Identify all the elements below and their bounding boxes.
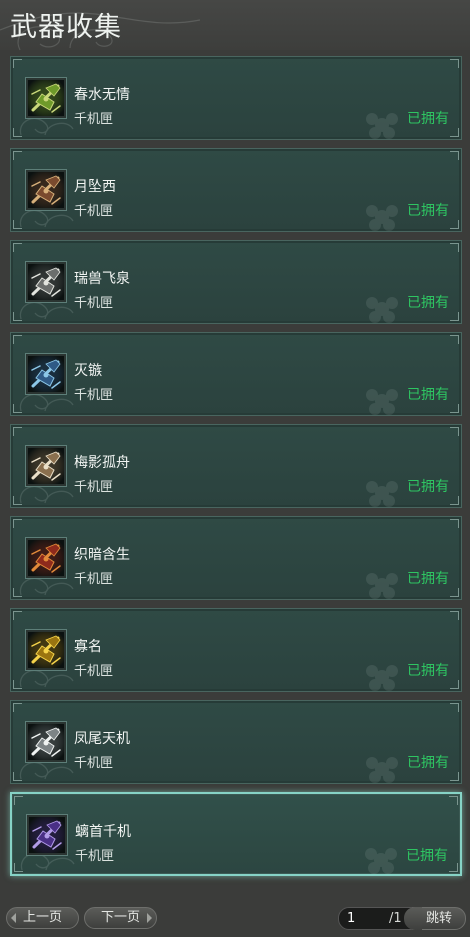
corner-ornament [450, 243, 459, 252]
corner-ornament [13, 151, 22, 160]
weapon-name: 春水无情 [74, 87, 130, 103]
weapon-card[interactable]: 春水无情 千机匣 已拥有 [10, 56, 462, 140]
weapon-card[interactable]: 织暗含生 千机匣 已拥有 [10, 516, 462, 600]
weapon-name: 寡名 [74, 639, 102, 655]
red-crossbow-icon [25, 537, 67, 579]
weapon-category: 千机匣 [74, 112, 114, 127]
violet-crossbow-icon [26, 814, 68, 856]
corner-ornament [13, 427, 22, 436]
pagination-bar: 上一页 下一页 /1 跳转 [0, 900, 470, 937]
weapon-name: 螭首千机 [75, 824, 131, 840]
corner-ornament [450, 772, 459, 781]
corner-ornament [449, 863, 458, 872]
owned-status: 已拥有 [407, 203, 449, 219]
corner-ornament [450, 588, 459, 597]
jump-button[interactable]: 跳转 [404, 907, 466, 930]
owned-status: 已拥有 [407, 755, 449, 771]
owned-status: 已拥有 [406, 848, 448, 864]
owned-status: 已拥有 [407, 111, 449, 127]
next-page-button[interactable]: 下一页 [84, 907, 157, 929]
next-page-label: 下一页 [100, 910, 140, 925]
corner-ornament [450, 151, 459, 160]
page-title: 武器收集 [10, 12, 122, 43]
page-number-input[interactable] [347, 910, 381, 927]
corner-ornament [450, 128, 459, 137]
weapon-category: 千机匣 [74, 388, 114, 403]
weapon-card[interactable]: 凤尾天机 千机匣 已拥有 [10, 700, 462, 784]
owned-status: 已拥有 [407, 295, 449, 311]
weapon-name: 瑞兽飞泉 [74, 271, 130, 287]
corner-ornament [450, 496, 459, 505]
weapon-card[interactable]: 梅影孤舟 千机匣 已拥有 [10, 424, 462, 508]
weapon-card[interactable]: 螭首千机 千机匣 已拥有 [10, 792, 462, 876]
golden-crossbow-icon [25, 629, 67, 671]
corner-ornament [449, 796, 458, 805]
owned-status: 已拥有 [407, 571, 449, 587]
prev-page-label: 上一页 [22, 910, 62, 925]
weapon-card[interactable]: 寡名 千机匣 已拥有 [10, 608, 462, 692]
prev-page-button[interactable]: 上一页 [6, 907, 79, 929]
corner-ornament [450, 611, 459, 620]
weapon-category: 千机匣 [74, 480, 114, 495]
corner-ornament [450, 427, 459, 436]
blue-crossbow-icon [25, 353, 67, 395]
weapon-name: 梅影孤舟 [74, 455, 130, 471]
weapon-card[interactable]: 瑞兽飞泉 千机匣 已拥有 [10, 240, 462, 324]
ivory-crossbow-icon [25, 445, 67, 487]
corner-ornament [450, 680, 459, 689]
corner-ornament [450, 312, 459, 321]
weapon-category: 千机匣 [74, 572, 114, 587]
weapon-card[interactable]: 灭镞 千机匣 已拥有 [10, 332, 462, 416]
corner-ornament [13, 243, 22, 252]
weapon-category: 千机匣 [75, 849, 115, 864]
corner-ornament [450, 220, 459, 229]
weapon-category: 千机匣 [74, 756, 114, 771]
owned-status: 已拥有 [407, 663, 449, 679]
corner-ornament [450, 703, 459, 712]
corner-ornament [450, 335, 459, 344]
corner-ornament [13, 519, 22, 528]
weapon-category: 千机匣 [74, 664, 114, 679]
header: 武器收集 [0, 0, 470, 51]
page-total: /1 [389, 911, 402, 926]
green-crossbow-icon [25, 77, 67, 119]
corner-ornament [13, 59, 22, 68]
corner-ornament [14, 796, 23, 805]
corner-ornament [450, 519, 459, 528]
corner-ornament [13, 611, 22, 620]
weapon-category: 千机匣 [74, 296, 114, 311]
jump-label: 跳转 [425, 911, 452, 926]
owned-status: 已拥有 [407, 387, 449, 403]
bronze-crossbow-icon [25, 169, 67, 211]
weapon-name: 织暗含生 [74, 547, 130, 563]
chevron-left-icon [11, 913, 16, 923]
weapon-name: 凤尾天机 [74, 731, 130, 747]
silver-crossbow-icon [25, 261, 67, 303]
chevron-right-icon [147, 913, 152, 923]
corner-ornament [450, 404, 459, 413]
weapon-name: 月坠西 [74, 179, 116, 195]
corner-ornament [13, 703, 22, 712]
steel-crossbow-icon [25, 721, 67, 763]
corner-ornament [13, 335, 22, 344]
weapon-card[interactable]: 月坠西 千机匣 已拥有 [10, 148, 462, 232]
owned-status: 已拥有 [407, 479, 449, 495]
weapon-name: 灭镞 [74, 363, 102, 379]
weapon-category: 千机匣 [74, 204, 114, 219]
corner-ornament [450, 59, 459, 68]
